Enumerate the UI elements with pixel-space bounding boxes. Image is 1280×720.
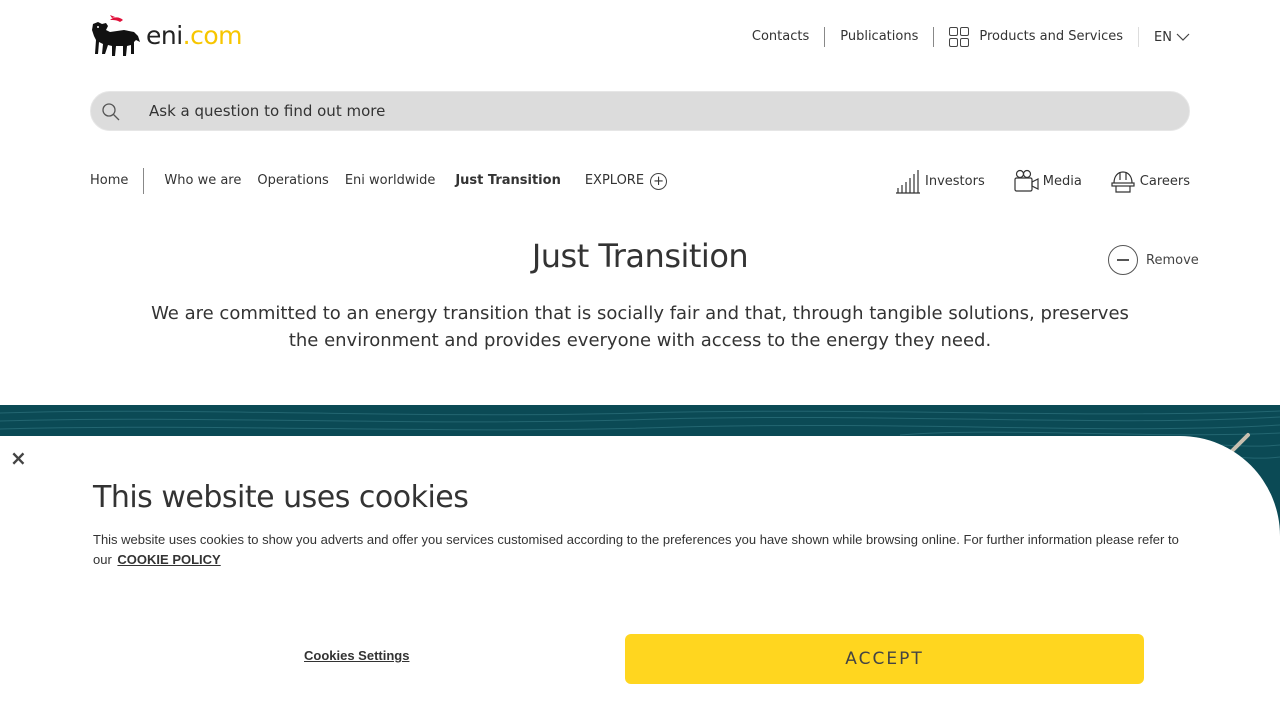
eni-logo[interactable]: eni.com — [90, 14, 243, 58]
publications-link[interactable]: Publications — [825, 27, 935, 47]
six-legged-dog-icon — [92, 15, 140, 56]
language-selector[interactable]: EN — [1139, 30, 1190, 45]
investors-chart-icon — [896, 170, 921, 194]
explore-button[interactable]: EXPLORE + — [584, 168, 668, 194]
cookie-text: This website uses cookies to show you ad… — [93, 532, 1179, 567]
nav-careers[interactable]: Careers — [1110, 168, 1190, 194]
language-label: EN — [1154, 29, 1172, 45]
logo-tld: com — [190, 21, 243, 50]
site-header: eni.com Contacts Publications Products a… — [0, 0, 1280, 75]
grid-icon — [949, 27, 970, 47]
main-nav: Home Who we are Operations Eni worldwide… — [90, 168, 1190, 194]
accept-button[interactable]: ACCEPT — [625, 634, 1144, 684]
plus-circle-icon: + — [650, 172, 668, 190]
cookie-policy-link[interactable]: COOKIE POLICY — [117, 552, 220, 567]
publications-label: Publications — [840, 29, 919, 44]
minus-circle-icon — [1108, 245, 1138, 275]
nav-who-we-are[interactable]: Who we are — [164, 168, 241, 194]
logo-brand: eni — [146, 21, 183, 50]
products-services-link[interactable]: Products and Services — [934, 27, 1140, 47]
hard-hat-icon — [1111, 171, 1135, 193]
cookie-description: This website uses cookies to show you ad… — [93, 530, 1188, 570]
media-label: Media — [1042, 173, 1082, 189]
cookie-title: This website uses cookies — [93, 480, 469, 515]
close-icon[interactable]: × — [10, 448, 30, 468]
page-description: We are committed to an energy transition… — [151, 303, 1129, 351]
remove-button[interactable]: Remove — [1108, 245, 1199, 275]
explore-label: EXPLORE — [584, 173, 645, 188]
cookies-settings-button[interactable]: Cookies Settings — [304, 648, 409, 663]
chevron-down-icon — [1176, 33, 1190, 41]
nav-investors[interactable]: Investors — [895, 168, 985, 194]
video-camera-icon — [1014, 169, 1039, 192]
main-nav-left: Home Who we are Operations Eni worldwide… — [90, 168, 683, 194]
search-icon[interactable] — [101, 102, 121, 122]
nav-media[interactable]: Media — [1013, 168, 1082, 194]
nav-just-transition[interactable]: Just Transition — [455, 168, 561, 194]
logo-dot: . — [182, 21, 191, 50]
search-bar — [90, 91, 1190, 131]
remove-label: Remove — [1146, 252, 1199, 268]
nav-home[interactable]: Home — [90, 168, 145, 194]
page-title: Just Transition — [531, 237, 749, 275]
investors-label: Investors — [925, 173, 985, 189]
careers-label: Careers — [1139, 173, 1190, 189]
logo-wordmark: eni.com — [146, 21, 243, 50]
contacts-label: Contacts — [751, 29, 810, 44]
products-services-label: Products and Services — [979, 29, 1124, 44]
contacts-link[interactable]: Contacts — [751, 27, 826, 47]
nav-eni-worldwide[interactable]: Eni worldwide — [345, 168, 436, 194]
utility-nav: Contacts Publications Products and Servi… — [752, 27, 1190, 47]
search-input[interactable] — [149, 92, 1149, 130]
nav-operations[interactable]: Operations — [257, 168, 328, 194]
cookie-banner: × This website uses cookies This website… — [0, 436, 1280, 720]
main-nav-right: Investors Media Careers — [867, 168, 1190, 194]
